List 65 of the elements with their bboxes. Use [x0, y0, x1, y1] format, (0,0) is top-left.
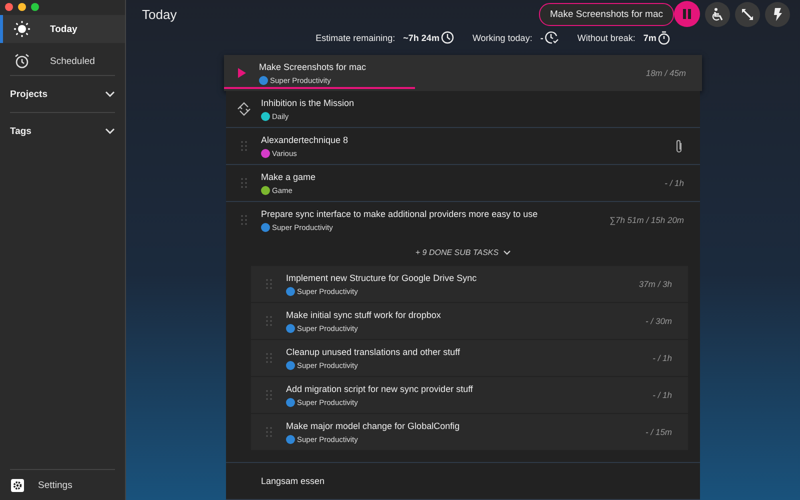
task-title: Implement new Structure for Google Drive Sync: [286, 272, 478, 282]
task-title: Inhibition is the Mission: [261, 98, 356, 108]
time-estimate: - / 1h: [652, 390, 673, 400]
stat-label: Without break:: [577, 32, 636, 43]
stat-label: Estimate remaining:: [316, 32, 396, 43]
chevron-icon: [105, 91, 115, 97]
drag-handle-icon[interactable]: [266, 390, 272, 400]
nav-item[interactable]: Scheduled: [0, 47, 125, 75]
wheelchair-button[interactable]: [705, 2, 730, 27]
task-title: Make a game: [261, 172, 317, 182]
drag-handle-icon[interactable]: [240, 178, 246, 188]
pause-icon: [683, 9, 691, 20]
drag-handle-icon[interactable]: [266, 316, 272, 326]
task-title: Prepare sync interface to make additional providers more easy to use: [261, 208, 539, 218]
lightning-icon: [773, 8, 782, 21]
time-estimate: 18m / 45m: [646, 68, 687, 78]
drag-handle-icon[interactable]: [266, 353, 272, 363]
drag-handle-icon[interactable]: [240, 141, 246, 151]
page-title: Today: [142, 6, 177, 22]
zoom-window-button[interactable]: [31, 3, 39, 11]
time-estimate: - / 15m: [646, 427, 673, 437]
drag-handle-icon[interactable]: [266, 427, 272, 437]
time-estimate: - / 1h: [652, 353, 673, 363]
task-title: Make Screenshots for mac: [259, 62, 368, 72]
alarm-clock-icon: [14, 53, 30, 69]
minimize-window-button[interactable]: [18, 3, 26, 11]
settings-icon: [11, 478, 24, 492]
clock-icon: [441, 31, 454, 44]
stat-value: -: [540, 32, 544, 43]
chevron-icon: [502, 250, 511, 254]
drag-handle-icon[interactable]: [266, 279, 272, 289]
task-title: Make major model change for GlobalConfig: [286, 420, 461, 430]
expand-button[interactable]: [735, 2, 760, 27]
time-estimate: ∑7h 51m / 15h 20m: [609, 215, 685, 225]
stat-label: Working today:: [472, 32, 532, 43]
drag-handle-icon[interactable]: [240, 215, 246, 225]
task-title: Cleanup unused translations and other stuff: [286, 346, 461, 356]
section-header[interactable]: Tags: [10, 112, 115, 149]
task-title: Make initial sync stuff work for dropbox: [286, 310, 442, 320]
task-title: Langsam essen: [261, 476, 326, 486]
lightning-button[interactable]: [765, 2, 790, 27]
task-row[interactable]: Langsam essen: [226, 463, 700, 500]
play-icon[interactable]: [238, 68, 246, 78]
paperclip-icon[interactable]: [674, 138, 684, 154]
close-window-button[interactable]: [5, 3, 13, 11]
time-estimate: - / 30m: [646, 316, 673, 326]
pause-button[interactable]: [674, 1, 700, 28]
section-header[interactable]: Projects: [10, 75, 115, 112]
task-title: Add migration script for new sync provider stuff: [286, 384, 474, 394]
diagonal-arrows-icon: [741, 8, 754, 21]
time-estimate: - / 1h: [664, 178, 685, 188]
task-title: Alexandertechnique 8: [261, 134, 350, 144]
stat-value: 7m: [643, 32, 656, 43]
current-task-pill[interactable]: Make Screenshots for mac: [539, 2, 674, 26]
chevron-icon: [105, 128, 115, 134]
wheelchair-icon: [712, 8, 724, 21]
stopwatch-icon: [658, 30, 670, 45]
sun-icon: [14, 21, 30, 37]
stat-value: ~7h 24m: [403, 32, 440, 43]
done-subtasks-toggle[interactable]: + 9 DONE SUB TASKS: [226, 238, 700, 266]
time-estimate: 37m / 3h: [638, 279, 673, 289]
clock-check-icon: [545, 31, 560, 44]
repeat-icon: [236, 102, 250, 116]
nav-item[interactable]: Today: [0, 15, 125, 43]
settings-item[interactable]: Settings: [10, 469, 115, 500]
